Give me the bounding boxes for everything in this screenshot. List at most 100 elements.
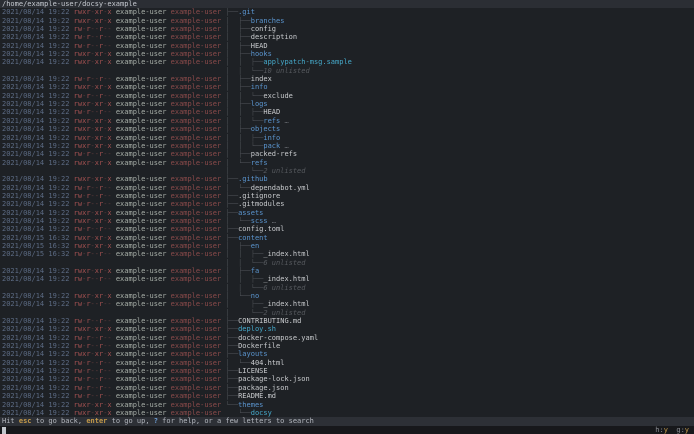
tree-branch-lines: │ └── [225,358,251,367]
tree-row-packed-refs[interactable]: 2021/08/14 19:22 rw-r--r-- example-user … [0,150,694,158]
tree-row-info[interactable]: 2021/08/14 19:22 rwxr-xr-x example-user … [0,83,694,91]
tree-row-dockerfile[interactable]: 2021/08/14 19:22 rw-r--r-- example-user … [0,342,694,350]
tree-row-no[interactable]: 2021/08/14 19:22 rwxr-xr-x example-user … [0,292,694,300]
tree-row-exclude[interactable]: 2021/08/14 19:22 rw-r--r-- example-user … [0,92,694,100]
entry-name: logs [250,100,268,109]
tree-row-objects[interactable]: 2021/08/14 19:22 rwxr-xr-x example-user … [0,125,694,133]
tree-row-logs[interactable]: 2021/08/14 19:22 rwxr-xr-x example-user … [0,100,694,108]
entry-name: info [250,83,268,92]
entry-name: description [250,33,298,42]
entry-name: README.md [238,392,277,401]
search-input[interactable]: h:y g:y [0,425,694,434]
entry-name: hooks [250,50,272,59]
tree-row-dependabot.yml[interactable]: 2021/08/14 19:22 rw-r--r-- example-user … [0,184,694,192]
entry-name: Dockerfile [238,342,281,351]
unlisted-count: 6 unlisted [263,283,306,292]
entry-name: LICENSE [238,367,268,376]
tree-row-branches[interactable]: 2021/08/14 19:22 rwxr-xr-x example-user … [0,17,694,25]
entry-name: fa [250,267,260,275]
tree-row-info[interactable]: 2021/08/14 19:22 rwxr-xr-x example-user … [0,134,694,142]
tree-branch-lines: ├── [225,175,239,184]
tree-row-license[interactable]: 2021/08/14 19:22 rw-r--r-- example-user … [0,367,694,375]
tree-row-package-lock.json[interactable]: 2021/08/14 19:22 rw-r--r-- example-user … [0,375,694,383]
tree-branch-lines: ├── [225,191,239,200]
tree-row-description[interactable]: 2021/08/14 19:22 rw-r--r-- example-user … [0,33,694,41]
entry-name: _index.html [263,300,310,309]
tree-row-hooks[interactable]: 2021/08/14 19:22 rwxr-xr-x example-user … [0,50,694,58]
tree-row-readme.md[interactable]: 2021/08/14 19:22 rw-r--r-- example-user … [0,392,694,400]
tree-row-2-unlisted[interactable]: │ └──2 unlisted [0,309,694,317]
tree-row-scss[interactable]: 2021/08/14 19:22 rwxr-xr-x example-user … [0,217,694,225]
unlisted-count: 10 unlisted [263,66,310,75]
entry-name: scss [250,216,268,225]
status-bar: Hit esc to go back, enter to go up, ? fo… [0,417,694,426]
entry-name: config.toml [238,225,285,234]
tree-branch-lines: ├── [225,200,239,209]
tree-row-docker-compose.yaml[interactable]: 2021/08/14 19:22 rw-r--r-- example-user … [0,334,694,342]
tree-row-2-unlisted[interactable]: │ └──2 unlisted [0,167,694,175]
tree-branch-lines: ├── [225,233,239,242]
tree-branch-lines: │ ├── [225,41,251,50]
tree-row-.github[interactable]: 2021/08/14 19:22 rwxr-xr-x example-user … [0,175,694,183]
entry-name: .github [238,175,268,184]
tree-row-content[interactable]: 2021/08/15 16:32 rwxr-xr-x example-user … [0,234,694,242]
entry-name: refs [250,158,268,167]
entry-name: deploy.sh [238,325,277,334]
tree-row-contributing.md[interactable]: 2021/08/14 19:22 rw-r--r-- example-user … [0,317,694,325]
tree-row-.git[interactable]: 2021/08/14 19:22 rwxr-xr-x example-user … [0,8,694,16]
tree-branch-lines: ├── [225,208,239,217]
tree-row-10-unlisted[interactable]: │ │ └──10 unlisted [0,67,694,75]
entry-name: .gitmodules [238,200,285,209]
tree-row-.gitignore[interactable]: 2021/08/14 19:22 rw-r--r-- example-user … [0,192,694,200]
entry-name: .git [238,8,255,17]
tree-branch-lines: │ │ └── [225,116,264,125]
tree-branch-lines: │ └── [225,292,251,301]
tree-row-package.json[interactable]: 2021/08/14 19:22 rw-r--r-- example-user … [0,384,694,392]
tree-branch-lines: │ ├── [225,300,264,309]
tree-branch-lines: ├── [225,367,239,376]
tree-branch-lines: │ ├── [225,25,251,34]
tree-branch-lines: ├── [225,392,239,401]
tree-branch-lines: │ │ └── [225,91,264,100]
tree-row-.gitmodules[interactable]: 2021/08/14 19:22 rw-r--r-- example-user … [0,200,694,208]
text-cursor [2,426,7,434]
tree-row-refs[interactable]: 2021/08/14 19:22 rwxr-xr-x example-user … [0,117,694,125]
tree-row-_index.html[interactable]: 2021/08/14 19:22 rw-r--r-- example-user … [0,275,694,283]
broot-terminal: /home/example-user/docsy-example 2021/08… [0,0,694,434]
tree-row-6-unlisted[interactable]: │ │ └──6 unlisted [0,259,694,267]
unlisted-count: 2 unlisted [263,308,306,317]
tree-row-pack[interactable]: 2021/08/14 19:22 rwxr-xr-x example-user … [0,142,694,150]
entry-name: no [250,292,260,301]
tree-branch-lines: │ ├── [225,75,251,84]
tree-row-assets[interactable]: 2021/08/14 19:22 rwxr-xr-x example-user … [0,209,694,217]
tree-branch-lines: ├── [225,383,239,392]
tree-row-applypatch-msg.sample[interactable]: 2021/08/14 19:22 rwxr-xr-x example-user … [0,58,694,66]
tree-row-layouts[interactable]: 2021/08/14 19:22 rwxr-xr-x example-user … [0,350,694,358]
tree-row-_index.html[interactable]: 2021/08/15 16:32 rw-r--r-- example-user … [0,250,694,258]
tree-row-themes[interactable]: 2021/08/14 19:22 rwxr-xr-x example-user … [0,401,694,409]
tree-branch-lines: │ └── [225,308,264,317]
entry-name: .gitignore [238,191,281,200]
status-segment: Hit [2,417,19,426]
entry-name: refs [263,116,281,125]
tree-row-head[interactable]: 2021/08/14 19:22 rw-r--r-- example-user … [0,42,694,50]
tree-row-404.html[interactable]: 2021/08/14 19:22 rw-r--r-- example-user … [0,359,694,367]
tree-branch-lines: │ └── [225,216,251,225]
tree-branch-lines: └── [225,400,239,409]
tree-row-fa[interactable]: 2021/08/14 19:22 rwxr-xr-x example-user … [0,267,694,275]
tree-branch-lines: │ ├── [225,33,251,42]
tree-row-en[interactable]: 2021/08/15 16:32 rwxr-xr-x example-user … [0,242,694,250]
tree-branch-lines: ├── [225,225,239,234]
tree-row-deploy.sh[interactable]: 2021/08/14 19:22 rwxr-xr-x example-user … [0,325,694,333]
tree-row-6-unlisted[interactable]: │ │ └──6 unlisted [0,284,694,292]
tree-row-_index.html[interactable]: 2021/08/14 19:22 rw-r--r-- example-user … [0,300,694,308]
tree-row-head[interactable]: 2021/08/14 19:22 rw-r--r-- example-user … [0,108,694,116]
tree-row-refs[interactable]: 2021/08/14 19:22 rwxr-xr-x example-user … [0,159,694,167]
tree-row-docsy[interactable]: 2021/08/14 19:22 rwxr-xr-x example-user … [0,409,694,417]
tree-row-config[interactable]: 2021/08/14 19:22 rw-r--r-- example-user … [0,25,694,33]
entry-name: exclude [263,91,293,100]
tree-area: 2021/08/14 19:22 rwxr-xr-x example-user … [0,8,694,417]
tree-row-config.toml[interactable]: 2021/08/14 19:22 rw-r--r-- example-user … [0,225,694,233]
tree-branch-lines: │ ├── [225,241,251,250]
tree-row-index[interactable]: 2021/08/14 19:22 rw-r--r-- example-user … [0,75,694,83]
